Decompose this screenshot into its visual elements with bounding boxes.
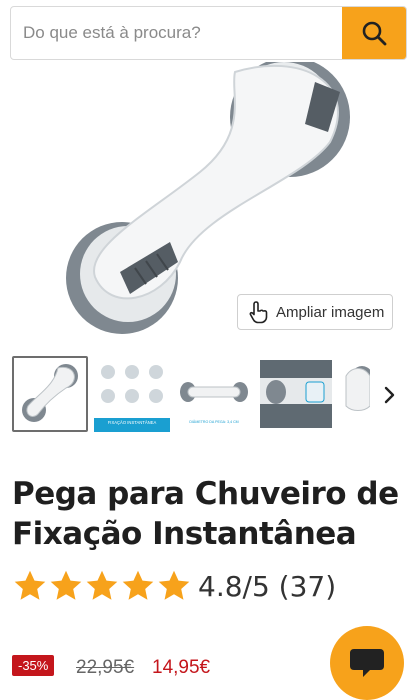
discount-badge: -35% bbox=[12, 655, 55, 676]
search-button[interactable] bbox=[342, 7, 406, 59]
chat-bubble-icon bbox=[350, 649, 384, 677]
zoom-button-label: Ampliar imagem bbox=[276, 303, 385, 321]
thumbnails-next-button[interactable] bbox=[372, 378, 406, 412]
thumbnail-2-caption: FIXAÇÃO INSTANTÂNEA bbox=[107, 420, 157, 425]
current-price: 14,95€ bbox=[152, 657, 211, 678]
star-icon bbox=[158, 570, 190, 600]
star-icon bbox=[14, 570, 46, 600]
thumbnail-3[interactable]: DIÂMETRO DA PEGA: 3,4 CM bbox=[176, 356, 252, 432]
chevron-right-icon bbox=[384, 386, 395, 404]
thumbnail-5[interactable] bbox=[340, 356, 370, 432]
star-icon bbox=[86, 570, 118, 600]
product-title: Pega para Chuveiro de Fixação Instantâne… bbox=[12, 474, 407, 554]
thumbnail-4[interactable] bbox=[258, 356, 334, 432]
thumbnail-1[interactable] bbox=[12, 356, 88, 432]
old-price: 22,95€ bbox=[76, 657, 135, 678]
thumbnail-3-caption: DIÂMETRO DA PEGA: 3,4 CM bbox=[189, 420, 239, 424]
star-icon bbox=[122, 570, 154, 600]
product-title-line-2: Fixação Instantânea bbox=[12, 516, 357, 552]
search-icon bbox=[362, 21, 387, 46]
search-bar bbox=[10, 6, 407, 60]
hand-pointer-icon bbox=[249, 301, 268, 324]
search-input[interactable] bbox=[11, 7, 342, 59]
chat-button[interactable] bbox=[330, 626, 404, 700]
thumbnail-2[interactable]: FIXAÇÃO INSTANTÂNEA bbox=[94, 356, 170, 432]
star-icon bbox=[50, 570, 82, 600]
thumbnail-strip: FIXAÇÃO INSTANTÂNEA DIÂMETRO DA PEGA: 3,… bbox=[0, 350, 417, 440]
zoom-image-button[interactable]: Ampliar imagem bbox=[237, 294, 393, 330]
product-title-line-1: Pega para Chuveiro de bbox=[12, 476, 399, 512]
rating-stars bbox=[12, 568, 192, 604]
product-rating[interactable]: 4.8/5 (37) bbox=[12, 566, 336, 606]
rating-text: 4.8/5 (37) bbox=[198, 569, 337, 603]
